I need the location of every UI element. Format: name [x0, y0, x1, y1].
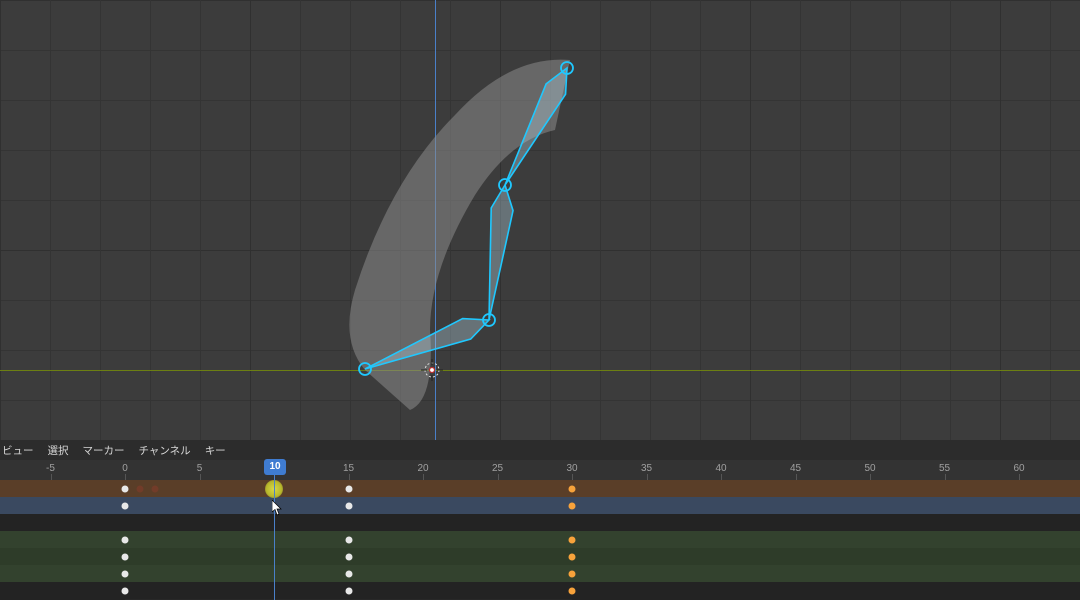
grid-line — [650, 0, 651, 440]
ruler-tick-label: 25 — [492, 463, 503, 474]
keyframe[interactable] — [122, 485, 129, 492]
grid-line — [0, 0, 1, 440]
ruler-tick-mark — [125, 474, 126, 480]
ruler-tick-label: -5 — [46, 463, 55, 474]
grid-line — [0, 50, 1080, 51]
ruler-tick-mark — [51, 474, 52, 480]
ruler-tick-label: 45 — [790, 463, 801, 474]
ruler-tick-mark — [1019, 474, 1020, 480]
keyframe[interactable] — [122, 553, 129, 560]
track-bone[interactable] — [0, 548, 1080, 565]
timeline-playhead[interactable]: 10 — [274, 460, 275, 600]
grid-line — [700, 0, 701, 440]
dopesheet-header: ビュー選択マーカーチャンネルキー — [0, 440, 1080, 460]
ruler-tick-label: 15 — [343, 463, 354, 474]
ruler-tick-mark — [870, 474, 871, 480]
ruler-tick-label: 40 — [715, 463, 726, 474]
keyframe-selected[interactable] — [569, 485, 576, 492]
axis-y-line — [0, 370, 1080, 371]
menu-view[interactable]: ビュー — [2, 443, 34, 458]
keyframe-selected[interactable] — [569, 502, 576, 509]
track-space[interactable] — [0, 514, 1080, 531]
keyframe[interactable] — [345, 553, 352, 560]
ruler-tick-label: 5 — [197, 463, 203, 474]
grid-line — [750, 0, 751, 440]
grid-line — [250, 0, 251, 440]
ruler-tick-mark — [796, 474, 797, 480]
grid-line — [500, 0, 501, 440]
ruler-tick-label: 55 — [939, 463, 950, 474]
ruler-tick-mark — [647, 474, 648, 480]
grid-line — [300, 0, 301, 440]
grid-line — [0, 300, 1080, 301]
ruler-tick-label: 35 — [641, 463, 652, 474]
grid-line — [200, 0, 201, 440]
grid-line — [0, 400, 1080, 401]
track-summary[interactable] — [0, 480, 1080, 497]
grid-line — [1000, 0, 1001, 440]
grid-line — [0, 150, 1080, 151]
ruler-tick-mark — [349, 474, 350, 480]
keyframe-selected[interactable] — [569, 587, 576, 594]
ruler-tick-label: 0 — [122, 463, 128, 474]
keyframe[interactable] — [122, 587, 129, 594]
menu-select[interactable]: 選択 — [48, 443, 69, 458]
menu-marker[interactable]: マーカー — [83, 443, 125, 458]
menu-channel[interactable]: チャンネル — [139, 443, 191, 458]
keyframe[interactable] — [345, 587, 352, 594]
grid-line — [100, 0, 101, 440]
tracks-area[interactable] — [0, 480, 1080, 600]
keyframe-selected[interactable] — [569, 570, 576, 577]
keyframe[interactable] — [345, 536, 352, 543]
keyframe-selected[interactable] — [569, 553, 576, 560]
track-space[interactable] — [0, 582, 1080, 599]
grid-line — [550, 0, 551, 440]
grid-line — [0, 250, 1080, 251]
grid-line — [900, 0, 901, 440]
ruler-tick-mark — [945, 474, 946, 480]
ruler-tick-mark — [721, 474, 722, 480]
grid-line — [50, 0, 51, 440]
grid-line — [0, 100, 1080, 101]
grid-line — [950, 0, 951, 440]
keyframe[interactable] — [345, 570, 352, 577]
track-bone[interactable] — [0, 531, 1080, 548]
keyframe[interactable] — [122, 570, 129, 577]
grid-line — [0, 350, 1080, 351]
grid-line — [1050, 0, 1051, 440]
viewport-playhead-line — [435, 0, 436, 440]
grid-line — [150, 0, 151, 440]
ruler-tick-label: 30 — [566, 463, 577, 474]
keyframe[interactable] — [345, 485, 352, 492]
ruler-tick-mark — [423, 474, 424, 480]
keyframe[interactable] — [122, 502, 129, 509]
ruler-tick-mark — [200, 474, 201, 480]
keyframe-selected[interactable] — [569, 536, 576, 543]
grid-line — [350, 0, 351, 440]
ruler-tick-mark — [572, 474, 573, 480]
dopesheet-editor[interactable]: ビュー選択マーカーチャンネルキー -5 0 5 10 15 20 25 30 35 40 45 50 5… — [0, 440, 1080, 600]
keyframe[interactable] — [122, 536, 129, 543]
armature-overlay — [0, 0, 1080, 440]
grid-line — [400, 0, 401, 440]
ruler-tick-label: 20 — [417, 463, 428, 474]
playhead-frame-badge: 10 — [264, 459, 286, 475]
track-bone[interactable] — [0, 565, 1080, 582]
keyframe[interactable] — [345, 502, 352, 509]
ruler-tick-label: 50 — [864, 463, 875, 474]
grid-line — [0, 0, 1080, 1]
grid-line — [450, 0, 451, 440]
keyframe[interactable] — [151, 485, 158, 492]
grid-line — [600, 0, 601, 440]
keyframe[interactable] — [136, 485, 143, 492]
frame-ruler[interactable]: -5 0 5 10 15 20 25 30 35 40 45 50 55 60 — [0, 460, 1080, 480]
track-object[interactable] — [0, 497, 1080, 514]
viewport-3d[interactable] — [0, 0, 1080, 440]
grid-line — [0, 200, 1080, 201]
ruler-tick-label: 60 — [1013, 463, 1024, 474]
ruler-tick-mark — [498, 474, 499, 480]
grid-line — [850, 0, 851, 440]
menu-key[interactable]: キー — [205, 443, 226, 458]
grid-line — [800, 0, 801, 440]
